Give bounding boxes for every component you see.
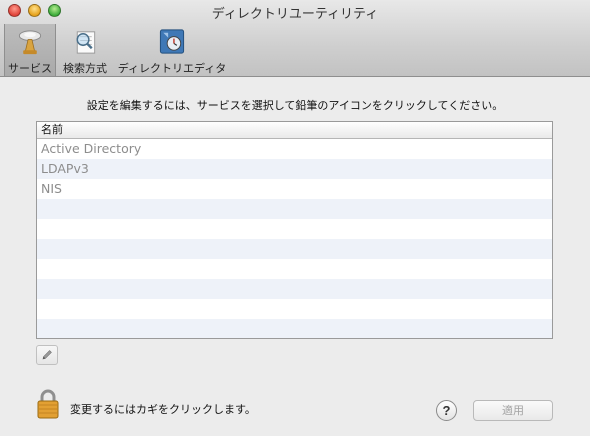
table-row[interactable]: LDAPv3	[37, 159, 552, 179]
column-header-name[interactable]: 名前	[37, 122, 552, 139]
toolbar-directory-editor-label: ディレクトリエディタ	[117, 62, 227, 75]
window-title: ディレクトリユーティリティ	[211, 7, 379, 22]
services-icon	[18, 30, 42, 55]
services-table[interactable]: 名前 Active Directory LDAPv3 NIS	[36, 121, 553, 339]
apply-button[interactable]: 適用	[473, 400, 553, 421]
toolbar-search-policy-label: 検索方式	[63, 62, 107, 75]
toolbar-directory-editor-button[interactable]: ディレクトリエディタ	[114, 24, 230, 76]
toolbar-services-button[interactable]: サービス	[4, 24, 56, 76]
lock-icon[interactable]	[36, 389, 60, 419]
titlebar: ディレクトリユーティリティ サービス 検索方式 ディレクトリエディタ	[0, 0, 590, 77]
help-button[interactable]: ?	[436, 400, 457, 421]
toolbar-search-policy-button[interactable]: 検索方式	[60, 24, 110, 76]
table-row[interactable]: NIS	[37, 179, 552, 199]
empty-row	[37, 279, 552, 299]
instruction-text: 設定を編集するには、サービスを選択して鉛筆のアイコンをクリックしてください。	[86, 99, 504, 112]
edit-service-button[interactable]	[36, 345, 58, 365]
empty-row	[37, 299, 552, 319]
empty-row	[37, 199, 552, 219]
empty-row	[37, 319, 552, 338]
table-row[interactable]: Active Directory	[37, 139, 552, 159]
directory-editor-icon	[159, 29, 185, 54]
search-policy-icon	[76, 31, 96, 54]
toolbar-services-label: サービス	[8, 62, 52, 75]
directory-utility-window: ディレクトリユーティリティ サービス 検索方式 ディレクトリエディタ 設定を編集…	[0, 0, 590, 436]
empty-row	[37, 219, 552, 239]
pencil-icon	[42, 350, 52, 360]
empty-row	[37, 239, 552, 259]
lock-status-text: 変更するにはカギをクリックします。	[70, 403, 256, 416]
empty-row	[37, 259, 552, 279]
